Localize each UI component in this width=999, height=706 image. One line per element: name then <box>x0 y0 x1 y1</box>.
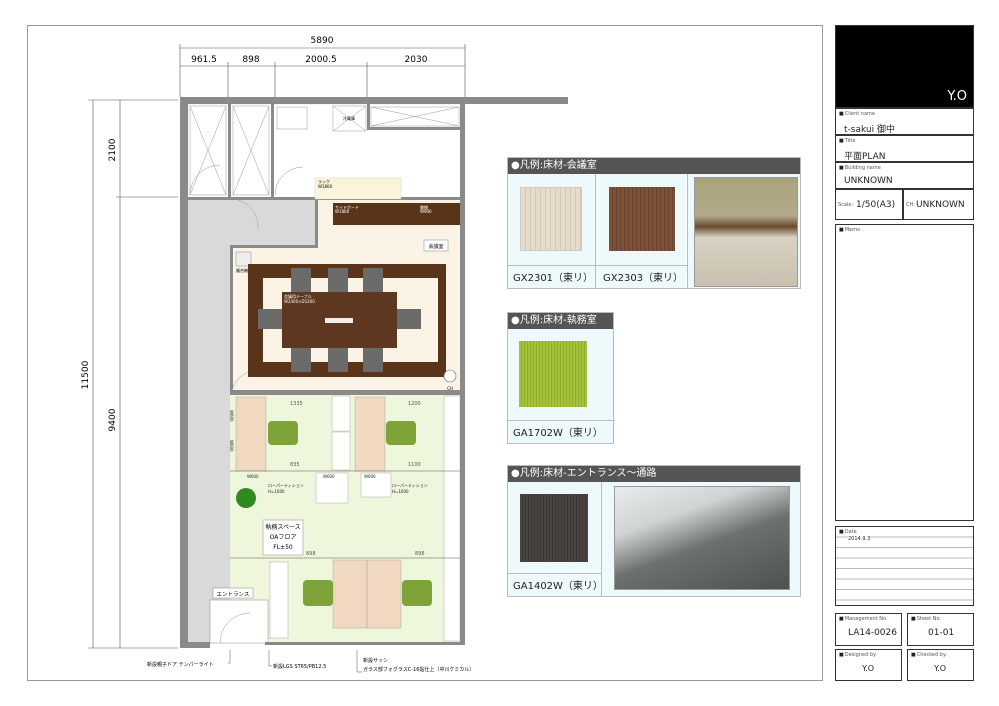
dim-total-width: 5890 <box>311 36 334 46</box>
oa-floor-label: OAフロア <box>270 534 297 541</box>
client-field: Client name t-sakui 御中 <box>835 108 974 135</box>
legend-item: GA1702W（東リ） <box>513 428 603 439</box>
dim-label: 898 <box>415 551 425 557</box>
meeting-room-photo <box>694 177 798 287</box>
shelf-width: W900 <box>420 209 432 214</box>
legend-item: GA1402W（東リ） <box>513 581 603 592</box>
w600-label: W600 <box>229 440 234 452</box>
sheet-field: Sheet No. 01-01 <box>907 613 974 646</box>
logo-block: Y.O <box>835 25 974 108</box>
field-label: Title <box>839 138 856 144</box>
building-value: UNKNOWN <box>844 176 893 186</box>
entrance-label: エントランス <box>217 591 250 598</box>
dim-segment: 2000.5 <box>305 55 337 65</box>
rack-width: W1800 <box>318 184 333 189</box>
field-label: Scale: <box>838 202 854 208</box>
floor-level-label: FL±50 <box>273 544 293 551</box>
scale-value: 1/50(A3) <box>856 200 896 210</box>
title-value: 平面PLAN <box>844 152 886 162</box>
printer <box>235 251 252 267</box>
field-label: Date <box>839 529 857 535</box>
fridge-label: 冷蔵庫 <box>343 115 355 121</box>
partition-height: H=1600 <box>268 489 285 494</box>
sheet-value: 01-01 <box>928 628 955 638</box>
meeting-room-label: 会議室 <box>428 243 443 250</box>
checked-value: Y.O <box>934 664 947 673</box>
title-field: Title 平面PLAN <box>835 135 974 162</box>
partition-label: ローパーティション <box>268 482 304 488</box>
field-label: Sheet No. <box>911 616 941 622</box>
note-sash: 新設サッシ <box>363 657 388 664</box>
dim-total-height: 11500 <box>81 360 91 389</box>
legend-title: ●凡例:床材-エントランス～通路 <box>508 466 800 482</box>
plant-icon <box>236 488 256 508</box>
field-label: Checked by. <box>911 652 947 658</box>
field-label: Client name <box>839 111 875 117</box>
management-field: Management No. LA14-0026 <box>835 613 902 646</box>
legend-title: ●凡例:床材-会議室 <box>508 158 800 174</box>
note-glass: ガラス部フォグラスC-16貼仕上（中川ケミカル） <box>363 666 474 673</box>
floor-plan: 5890 961.5 898 2000.5 2030 11500 2100 94… <box>81 36 568 673</box>
field-label: Memo <box>839 227 860 233</box>
swatch-gx2301 <box>520 187 582 251</box>
legend-entrance: ●凡例:床材-エントランス～通路 GA1402W（東リ） <box>507 465 801 597</box>
designed-value: Y.O <box>862 664 875 673</box>
note-lgs: 新設LGS ST65/PB12.5 <box>273 663 326 670</box>
field-label: Building name <box>839 165 881 171</box>
field-label: Designed by. <box>839 652 877 658</box>
checked-field: Checked by. Y.O <box>907 649 974 681</box>
designed-field: Designed by. Y.O <box>835 649 902 681</box>
printer-label: 複合機 <box>236 267 248 273</box>
building-field: Building name UNKNOWN <box>835 162 974 189</box>
meeting-table-size: W2400×D1200 <box>284 299 315 304</box>
dim-label: 1200 <box>408 401 421 407</box>
dim-segment: 961.5 <box>191 55 217 65</box>
swatch-gx2303 <box>609 187 675 251</box>
legend-item: GX2303（東リ） <box>603 273 684 284</box>
office-space-label: 執務スペース <box>265 523 300 531</box>
date-value: 2014.9.3 <box>848 536 871 542</box>
w600-label: W600 <box>229 410 234 422</box>
swatch-ga1702w <box>519 341 587 407</box>
dim-segment: 898 <box>242 55 259 65</box>
w600-label: W600 <box>323 474 335 479</box>
field-label: Management No. <box>839 616 888 622</box>
client-value: t-sakui 御中 <box>844 125 895 135</box>
dim-label: 1100 <box>408 462 421 468</box>
ch-value: UNKNOWN <box>916 200 965 210</box>
partition-label: ローパーティション <box>392 482 428 488</box>
sideboard-width: W1800 <box>335 209 350 214</box>
entrance-photo <box>614 486 790 590</box>
legend-item: GX2301（東リ） <box>513 273 594 284</box>
w600-label: W600 <box>364 474 376 479</box>
corridor <box>188 199 232 642</box>
ch-field: CH: UNKNOWN <box>903 189 974 220</box>
field-label: CH: <box>906 202 915 208</box>
partition-height: H=1600 <box>392 489 409 494</box>
w600-label: W600 <box>247 474 259 479</box>
scale-field: Scale: 1/50(A3) <box>835 189 903 220</box>
memo-field: Memo <box>835 224 974 521</box>
logo: Y.O <box>947 89 967 104</box>
dim-upper-height: 2100 <box>108 138 118 161</box>
note-door: 新設親子ドア テンパーライト <box>147 661 214 668</box>
dim-segment: 2030 <box>405 55 428 65</box>
dim-label: 835 <box>290 462 300 468</box>
legend-title: ●凡例:床材-執務室 <box>508 313 613 329</box>
legend-office: ●凡例:床材-執務室 GA1702W（東リ） <box>507 312 615 444</box>
dim-lower-height: 9400 <box>108 408 118 431</box>
date-field: Date2014.9.3 <box>835 526 974 606</box>
ch-label: CH <box>447 386 453 391</box>
swatch-ga1402w <box>520 494 588 562</box>
management-value: LA14-0026 <box>848 628 897 638</box>
legend-meeting-room: ●凡例:床材-会議室 GX2301（東リ） GX2303（東リ） <box>507 157 801 289</box>
dim-label: 1335 <box>290 401 303 407</box>
dim-label: 898 <box>306 551 316 557</box>
ch-icon <box>443 369 457 383</box>
